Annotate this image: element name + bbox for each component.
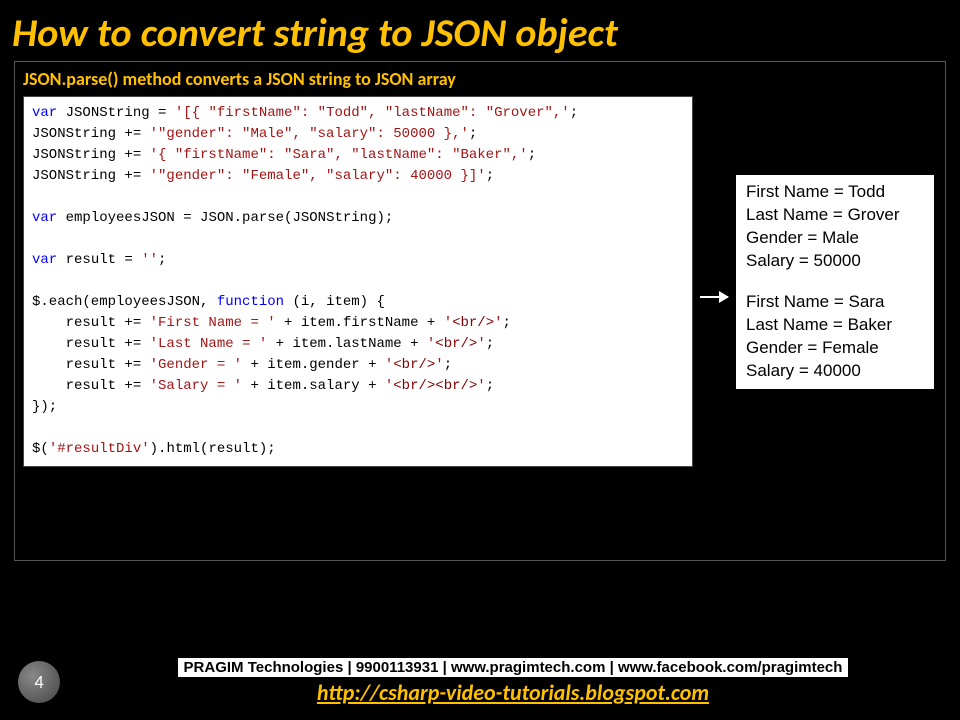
footer-text: PRAGIM Technologies | 9900113931 | www.p… bbox=[84, 658, 942, 706]
arrow-icon bbox=[700, 296, 728, 298]
output-line: Gender = Female bbox=[746, 337, 924, 360]
company-info: PRAGIM Technologies | 9900113931 | www.p… bbox=[178, 658, 849, 677]
output-block: First Name = Todd Last Name = Grover Gen… bbox=[735, 174, 935, 390]
page-number-badge: 4 bbox=[18, 661, 60, 703]
arrow-column bbox=[699, 96, 729, 298]
output-line: Last Name = Grover bbox=[746, 204, 924, 227]
footer-url-link[interactable]: http://csharp-video-tutorials.blogspot.c… bbox=[84, 679, 942, 706]
code-block: var JSONString = '[{ "firstName": "Todd"… bbox=[23, 96, 693, 467]
output-line: Last Name = Baker bbox=[746, 314, 924, 337]
output-line: First Name = Todd bbox=[746, 181, 924, 204]
content-panel: JSON.parse() method converts a JSON stri… bbox=[14, 61, 946, 561]
subtitle: JSON.parse() method converts a JSON stri… bbox=[23, 68, 937, 90]
slide-title: How to convert string to JSON object bbox=[0, 0, 960, 61]
output-line: Salary = 50000 bbox=[746, 250, 924, 273]
output-line: Salary = 40000 bbox=[746, 360, 924, 383]
footer: 4 PRAGIM Technologies | 9900113931 | www… bbox=[0, 658, 960, 706]
output-line: Gender = Male bbox=[746, 227, 924, 250]
code-output-row: var JSONString = '[{ "firstName": "Todd"… bbox=[23, 96, 937, 467]
output-line: First Name = Sara bbox=[746, 291, 924, 314]
